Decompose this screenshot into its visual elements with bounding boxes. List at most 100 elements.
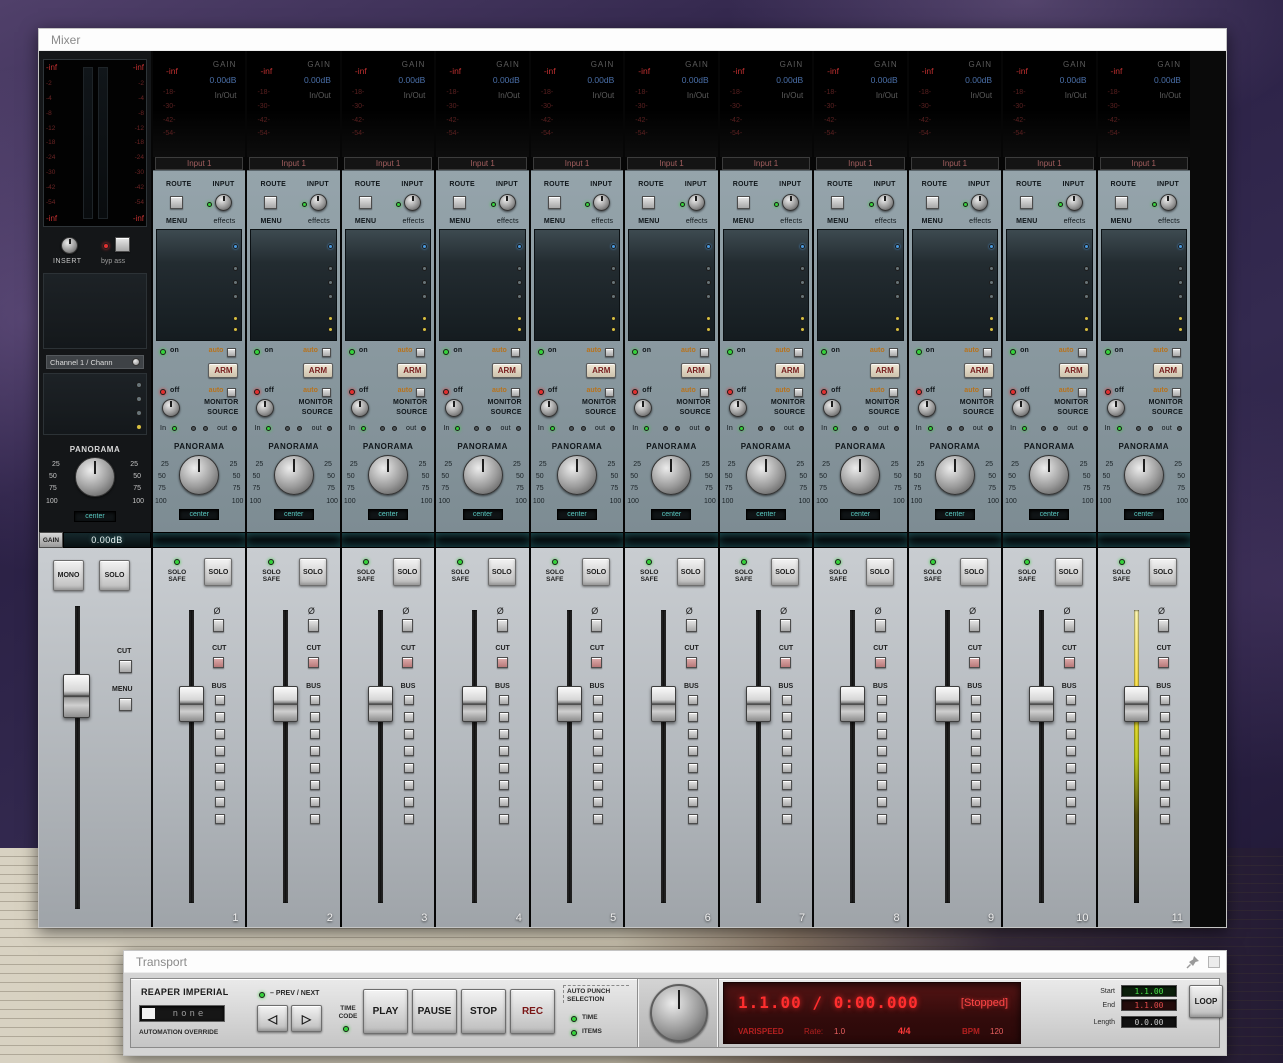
record-on-led[interactable] xyxy=(1104,349,1111,355)
effects-label[interactable]: effects xyxy=(1158,218,1180,225)
fader-track[interactable] xyxy=(377,610,383,903)
bus-slot[interactable] xyxy=(1159,695,1170,705)
bus-slot[interactable] xyxy=(404,763,415,773)
phase-button[interactable] xyxy=(307,619,319,632)
pan-knob[interactable] xyxy=(745,455,786,495)
bus-slot[interactable] xyxy=(404,746,415,756)
phase-button[interactable] xyxy=(1157,619,1169,632)
menu-label[interactable]: MENU xyxy=(1016,218,1037,225)
effects-label[interactable]: effects xyxy=(214,218,236,225)
pause-button[interactable]: PAUSE xyxy=(412,989,457,1034)
arm-button[interactable]: ARM xyxy=(869,363,900,378)
arm-button[interactable]: ARM xyxy=(397,363,428,378)
bus-slot[interactable] xyxy=(309,763,320,773)
bus-slot[interactable] xyxy=(215,763,226,773)
menu-label[interactable]: MENU xyxy=(733,218,754,225)
pin-icon[interactable] xyxy=(1186,955,1200,969)
monitor-off-led[interactable] xyxy=(726,389,733,395)
bus-slot[interactable] xyxy=(876,780,887,790)
auto-button[interactable] xyxy=(605,348,615,357)
fader-handle[interactable] xyxy=(840,686,866,722)
input-source-label[interactable]: Input 1 xyxy=(1005,157,1094,170)
time-led[interactable] xyxy=(571,1016,577,1022)
cut-button[interactable] xyxy=(969,657,981,668)
io-label[interactable]: In/Out xyxy=(498,91,520,100)
record-on-led[interactable] xyxy=(632,349,639,355)
bus-slot[interactable] xyxy=(1159,729,1170,739)
bus-slot[interactable] xyxy=(498,763,509,773)
route-button[interactable] xyxy=(1114,196,1128,209)
route-button[interactable] xyxy=(736,196,750,209)
route-button[interactable] xyxy=(642,196,656,209)
bus-slot[interactable] xyxy=(498,797,509,807)
bus-slot[interactable] xyxy=(971,797,982,807)
gain-display[interactable] xyxy=(530,532,624,548)
next-button[interactable]: ▷ xyxy=(291,1005,322,1032)
menu-label[interactable]: MENU xyxy=(1111,218,1132,225)
effects-label[interactable]: effects xyxy=(686,218,708,225)
bus-slot[interactable] xyxy=(498,712,509,722)
monitor-source-knob[interactable] xyxy=(1106,399,1125,417)
menu-label[interactable]: MENU xyxy=(260,218,281,225)
arm-button[interactable]: ARM xyxy=(775,363,806,378)
monitor-off-led[interactable] xyxy=(1104,389,1111,395)
auto-button[interactable] xyxy=(1077,348,1087,357)
solo-safe-led[interactable] xyxy=(174,559,180,565)
monitor-source-knob[interactable] xyxy=(256,399,275,417)
io-label[interactable]: In/Out xyxy=(876,91,898,100)
effects-label[interactable]: effects xyxy=(969,218,991,225)
bus-slot[interactable] xyxy=(498,746,509,756)
pan-value[interactable]: center xyxy=(557,509,598,520)
fader-track[interactable] xyxy=(472,610,478,903)
timesig-value[interactable]: 4/4 xyxy=(898,1026,911,1036)
solo-safe-led[interactable] xyxy=(646,559,653,565)
bus-slot[interactable] xyxy=(1159,780,1170,790)
input-knob[interactable] xyxy=(1065,194,1083,211)
effects-label[interactable]: effects xyxy=(497,218,519,225)
phase-button[interactable] xyxy=(969,619,981,632)
auto-button[interactable] xyxy=(1171,348,1181,357)
monitor-off-led[interactable] xyxy=(632,389,639,395)
position-value[interactable]: 1.1.00 / 0:00.000 xyxy=(738,993,919,1012)
bus-slot[interactable] xyxy=(1065,712,1076,722)
record-on-led[interactable] xyxy=(726,349,733,355)
bus-slot[interactable] xyxy=(971,729,982,739)
monitor-off-led[interactable] xyxy=(537,389,544,395)
arm-button[interactable]: ARM xyxy=(586,363,617,378)
phase-button[interactable] xyxy=(780,619,792,632)
fader-handle[interactable] xyxy=(745,686,771,722)
bus-slot[interactable] xyxy=(1065,780,1076,790)
bus-slot[interactable] xyxy=(498,780,509,790)
pan-knob[interactable] xyxy=(557,455,598,495)
auto-button[interactable] xyxy=(794,388,804,397)
record-on-led[interactable] xyxy=(537,349,544,355)
mixer-titlebar[interactable]: Mixer xyxy=(39,29,1226,51)
gain-display[interactable] xyxy=(153,532,246,548)
automation-display[interactable]: none xyxy=(139,1005,225,1022)
window-button[interactable] xyxy=(1208,956,1220,968)
rate-value[interactable]: 1.0 xyxy=(834,1027,845,1036)
input-knob[interactable] xyxy=(593,194,611,211)
solo-button[interactable]: SOLO xyxy=(1148,558,1177,586)
bus-slot[interactable] xyxy=(876,814,887,824)
bus-slot[interactable] xyxy=(593,729,604,739)
auto-button[interactable] xyxy=(1077,388,1087,397)
bus-slot[interactable] xyxy=(971,746,982,756)
bus-slot[interactable] xyxy=(215,729,226,739)
record-on-led[interactable] xyxy=(821,349,828,355)
auto-button[interactable] xyxy=(510,388,520,397)
bus-slot[interactable] xyxy=(876,729,887,739)
bus-slot[interactable] xyxy=(687,763,698,773)
fader-track[interactable] xyxy=(755,610,761,903)
record-on-led[interactable] xyxy=(443,349,450,355)
gain-value[interactable]: 0.00dB xyxy=(682,75,709,85)
bus-slot[interactable] xyxy=(782,695,793,705)
bus-slot[interactable] xyxy=(593,712,604,722)
solo-button[interactable]: SOLO xyxy=(393,558,422,586)
gain-display[interactable] xyxy=(1097,532,1190,548)
insert-knob[interactable] xyxy=(61,237,78,254)
bus-slot[interactable] xyxy=(215,712,226,722)
gain-value[interactable]: 0.00dB xyxy=(587,75,614,85)
solo-safe-led[interactable] xyxy=(268,559,275,565)
monitor-off-led[interactable] xyxy=(348,389,355,395)
